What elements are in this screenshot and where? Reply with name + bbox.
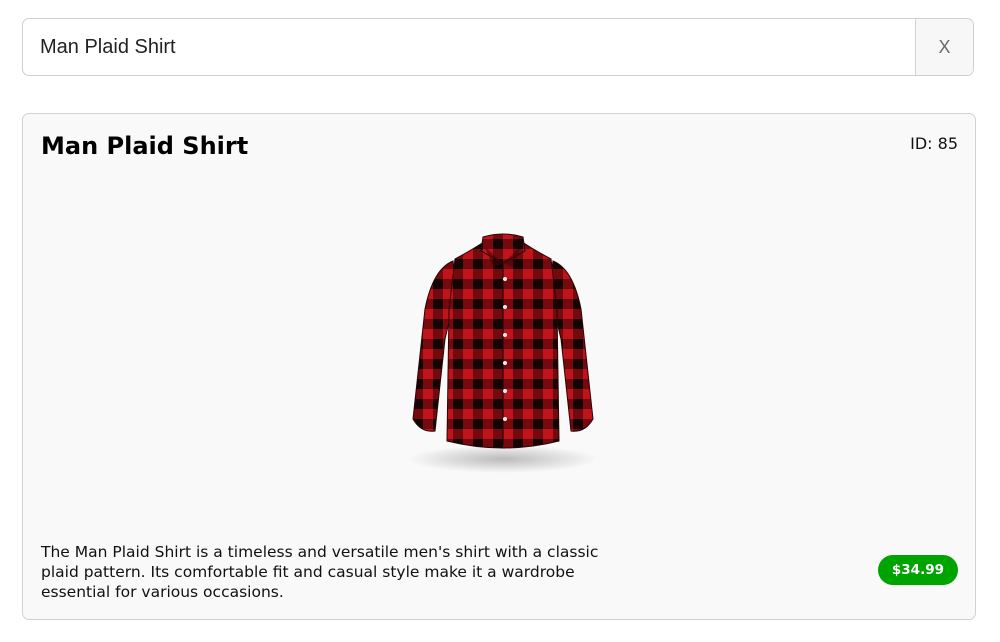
product-card: Man Plaid Shirt ID: 85 The Man Plaid Shi…	[22, 113, 976, 620]
product-image	[408, 233, 598, 473]
clear-search-button[interactable]: X	[915, 19, 973, 75]
product-id: ID: 85	[910, 134, 958, 153]
search-bar: X	[22, 18, 974, 76]
search-input[interactable]	[23, 19, 915, 75]
product-title: Man Plaid Shirt	[41, 132, 249, 160]
price-badge: $34.99	[877, 555, 958, 585]
product-description: The Man Plaid Shirt is a timeless and ve…	[41, 543, 599, 601]
